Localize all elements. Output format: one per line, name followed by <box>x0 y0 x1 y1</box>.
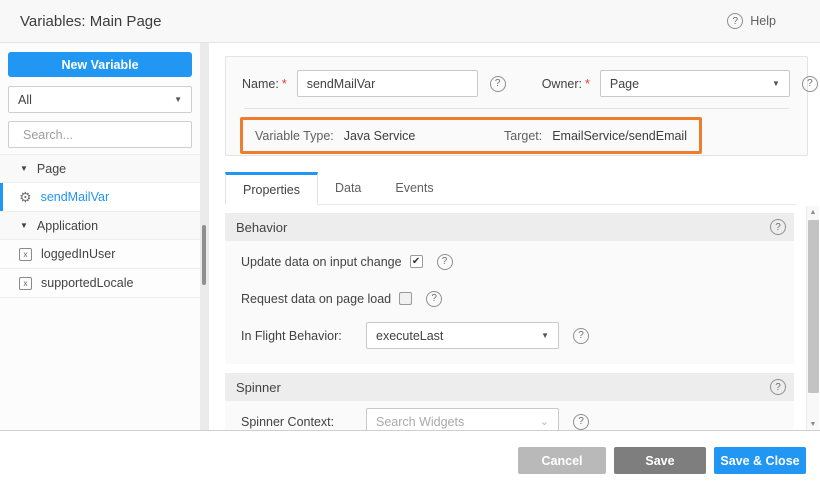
triangle-down-icon: ▼ <box>20 164 28 173</box>
behavior-section: Behavior ? Update data on input change ✔… <box>225 213 794 364</box>
behavior-help-icon[interactable]: ? <box>770 219 786 235</box>
required-asterisk: * <box>282 77 287 91</box>
panel-divider <box>244 108 789 109</box>
tree-item-label: sendMailVar <box>41 190 110 204</box>
name-help-icon[interactable]: ? <box>490 76 506 92</box>
detail-tabs: Properties Data Events <box>225 172 796 205</box>
scroll-down-icon[interactable]: ▼ <box>810 418 817 430</box>
variable-filter-select[interactable]: All ▼ <box>8 86 192 113</box>
spinner-section-title: Spinner <box>236 380 281 395</box>
new-variable-button[interactable]: New Variable <box>8 52 192 77</box>
dialog-header: Variables: Main Page ? Help <box>0 0 820 43</box>
sidebar-scrollbar-thumb[interactable] <box>202 225 206 285</box>
tree-item-label: supportedLocale <box>41 276 133 290</box>
variables-dialog: Variables: Main Page ? Help New Variable… <box>0 0 820 487</box>
variable-summary-panel: Name:* ? Owner:* Page ▼ ? <box>225 56 808 156</box>
chevron-down-icon: ⌄ <box>540 415 549 428</box>
variable-type-highlight-box: Variable Type: Java Service Target: Emai… <box>240 117 702 154</box>
name-label: Name: <box>242 77 279 91</box>
property-help-icon[interactable]: ? <box>426 291 442 307</box>
tree-group-application[interactable]: ▼ Application <box>0 211 200 240</box>
tab-events[interactable]: Events <box>378 171 450 204</box>
gear-icon: ⚙ <box>19 190 32 204</box>
properties-scrollbar[interactable]: ▲ ▼ <box>806 206 819 430</box>
page-title: Variables: Main Page <box>20 13 161 30</box>
target-value: EmailService/sendEmail <box>552 129 687 143</box>
property-help-icon[interactable]: ? <box>437 254 453 270</box>
in-flight-selected-value: executeLast <box>376 329 443 343</box>
help-circle-icon: ? <box>727 13 743 29</box>
request-data-checkbox[interactable] <box>399 292 412 305</box>
save-and-close-button[interactable]: Save & Close <box>714 447 806 474</box>
scroll-up-icon[interactable]: ▲ <box>810 206 817 218</box>
spinner-context-select[interactable]: Search Widgets ⌄ <box>366 408 559 430</box>
caret-down-icon: ▼ <box>772 79 780 88</box>
triangle-down-icon: ▼ <box>20 221 28 230</box>
variable-type-label: Variable Type: <box>255 129 334 143</box>
owner-select[interactable]: Page ▼ <box>600 70 790 97</box>
dialog-footer: Cancel Save Save & Close <box>0 430 820 487</box>
tree-group-label: Application <box>37 219 98 233</box>
tree-item-loggedinuser[interactable]: x loggedInUser <box>0 240 200 269</box>
variable-icon: x <box>19 248 32 261</box>
help-button[interactable]: ? Help <box>727 13 776 29</box>
cancel-button[interactable]: Cancel <box>518 447 606 474</box>
name-input[interactable] <box>297 70 478 97</box>
in-flight-behavior-select[interactable]: executeLast ▼ <box>366 322 559 349</box>
spinner-help-icon[interactable]: ? <box>770 379 786 395</box>
save-button[interactable]: Save <box>614 447 706 474</box>
variables-sidebar: New Variable All ▼ ▼ Page ⚙ se <box>0 43 200 430</box>
variables-tree: ▼ Page ⚙ sendMailVar ▼ Application x log… <box>0 155 200 298</box>
owner-help-icon[interactable]: ? <box>802 76 818 92</box>
tree-group-page[interactable]: ▼ Page <box>0 154 200 183</box>
property-row-spinner-context: Spinner Context: Search Widgets ⌄ ? <box>225 403 794 430</box>
tree-item-label: loggedInUser <box>41 247 115 261</box>
behavior-section-title: Behavior <box>236 220 287 235</box>
required-asterisk: * <box>585 77 590 91</box>
spinner-section: Spinner ? Spinner Context: Search Widget… <box>225 373 794 430</box>
variable-search <box>8 121 192 148</box>
owner-label: Owner: <box>542 77 582 91</box>
help-label: Help <box>750 14 776 28</box>
caret-down-icon: ▼ <box>541 331 549 340</box>
property-row-in-flight-behavior: In Flight Behavior: executeLast ▼ ? <box>225 317 794 354</box>
property-label: Update data on input change <box>241 255 402 269</box>
variable-icon: x <box>19 277 32 290</box>
target-label: Target: <box>504 129 542 143</box>
tree-item-sendmailvar[interactable]: ⚙ sendMailVar <box>0 183 200 212</box>
tree-item-supportedlocale[interactable]: x supportedLocale <box>0 269 200 298</box>
owner-selected-value: Page <box>610 77 639 91</box>
property-label: Request data on page load <box>241 292 391 306</box>
sidebar-scrollbar[interactable] <box>200 43 209 430</box>
property-row-update-on-input-change: Update data on input change ✔ ? <box>225 243 794 280</box>
filter-selected-value: All <box>18 93 32 107</box>
property-row-request-on-page-load: Request data on page load ? <box>225 280 794 317</box>
property-label: Spinner Context: <box>241 415 366 429</box>
property-label: In Flight Behavior: <box>241 329 366 343</box>
property-help-icon[interactable]: ? <box>573 414 589 430</box>
variable-detail-pane: Name:* ? Owner:* Page ▼ ? <box>209 43 820 430</box>
tab-data[interactable]: Data <box>318 171 378 204</box>
update-data-checkbox[interactable]: ✔ <box>410 255 423 268</box>
tree-group-label: Page <box>37 162 66 176</box>
tab-properties[interactable]: Properties <box>225 172 318 205</box>
spinner-context-placeholder: Search Widgets <box>376 415 464 429</box>
caret-down-icon: ▼ <box>174 95 182 104</box>
properties-scrollbar-thumb[interactable] <box>808 220 819 393</box>
property-help-icon[interactable]: ? <box>573 328 589 344</box>
variable-type-value: Java Service <box>344 129 416 143</box>
search-input[interactable] <box>23 128 184 142</box>
